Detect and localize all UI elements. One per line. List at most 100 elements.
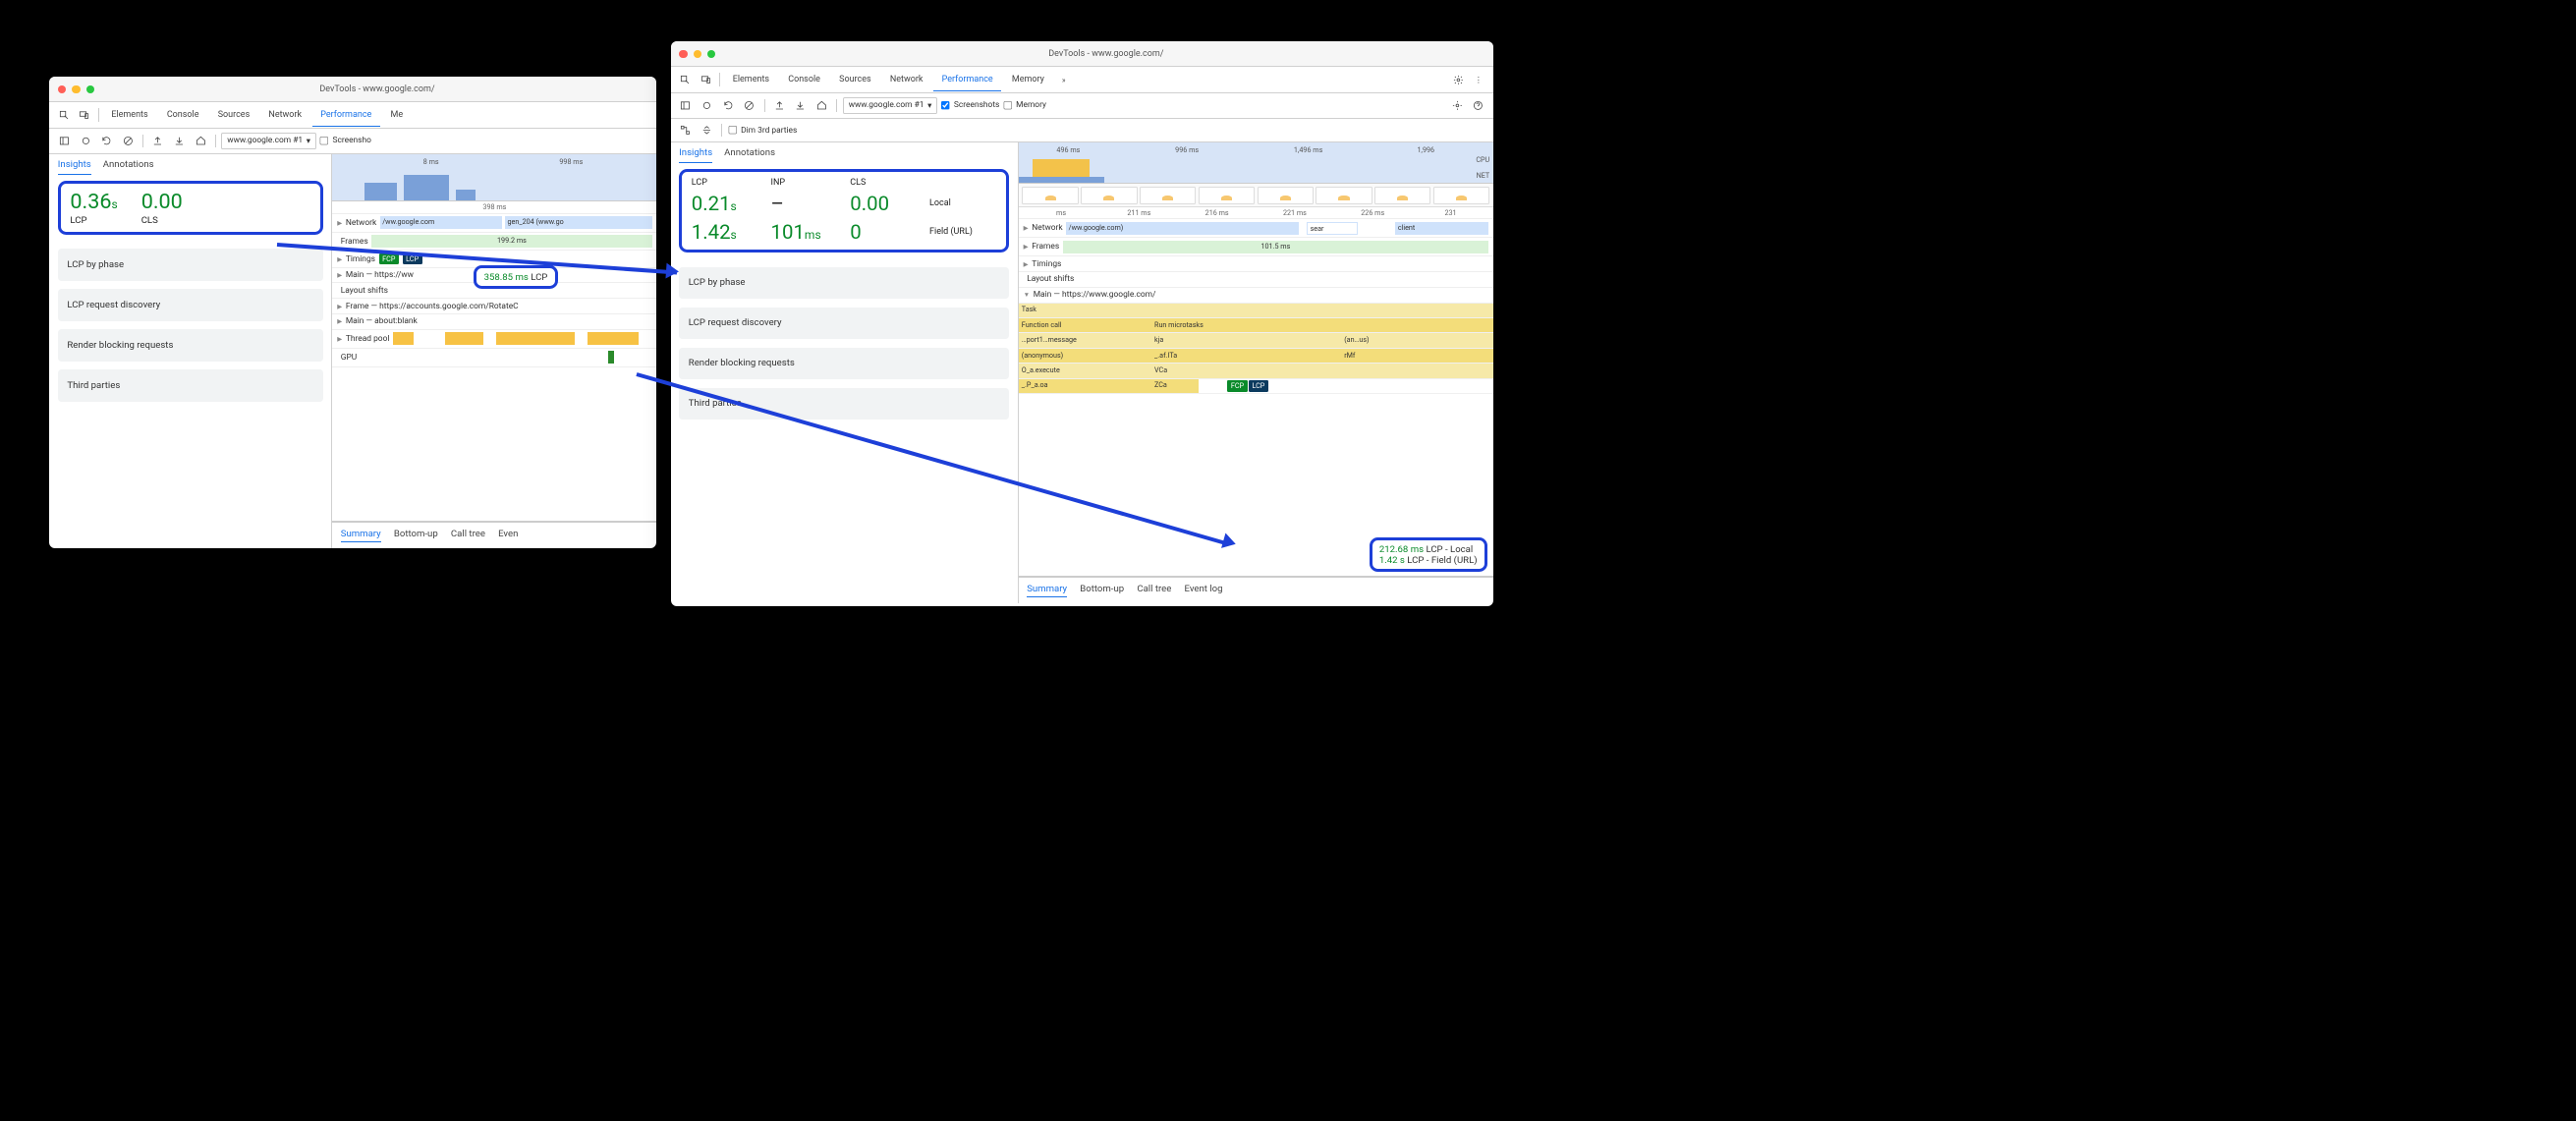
track-frames[interactable]: Frames xyxy=(1032,242,1059,252)
track-main[interactable]: Main — https://ww xyxy=(346,270,414,280)
reload-icon[interactable] xyxy=(98,132,116,149)
bottomup-tab[interactable]: Bottom-up xyxy=(394,529,438,542)
bottomup-tab[interactable]: Bottom-up xyxy=(1080,584,1124,597)
clear-icon[interactable] xyxy=(119,132,137,149)
seg[interactable]: gen_204 (www.go xyxy=(505,216,651,229)
help-icon[interactable] xyxy=(1470,96,1487,114)
track-network[interactable]: Network xyxy=(346,218,376,228)
tree-icon[interactable] xyxy=(677,122,695,140)
eventlog-tab[interactable]: Even xyxy=(498,529,518,542)
home-icon[interactable] xyxy=(192,132,209,149)
fcp-badge[interactable]: FCP xyxy=(379,253,399,264)
insight-lcp-by-phase[interactable]: LCP by phase xyxy=(679,267,1009,300)
seg[interactable]: client xyxy=(1395,222,1488,235)
device-icon[interactable] xyxy=(697,71,714,88)
summary-tab[interactable]: Summary xyxy=(1027,584,1067,597)
collapse-icon[interactable] xyxy=(698,122,715,140)
recording-selector[interactable]: www.google.com #1 ▾ xyxy=(843,97,937,115)
download-icon[interactable] xyxy=(792,96,810,114)
tab-network[interactable]: Network xyxy=(260,104,309,126)
track-main-blank[interactable]: Main — about:blank xyxy=(346,316,418,326)
tab-elements[interactable]: Elements xyxy=(103,104,156,126)
recording-selector[interactable]: www.google.com #1 ▾ xyxy=(221,133,315,150)
tab-more[interactable]: Me xyxy=(382,104,411,126)
seg[interactable]: /ww.google.com) xyxy=(1066,222,1298,235)
track-network[interactable]: Network xyxy=(1032,223,1062,233)
insight-third-parties[interactable]: Third parties xyxy=(58,369,323,402)
close-icon[interactable] xyxy=(679,50,687,58)
track-layout-shifts[interactable]: Layout shifts xyxy=(1027,274,1074,284)
track-frames[interactable]: Frames xyxy=(341,237,368,247)
tab-network[interactable]: Network xyxy=(881,69,930,90)
eventlog-tab[interactable]: Event log xyxy=(1185,584,1223,597)
track-frame[interactable]: Frame — https://accounts.google.com/Rota… xyxy=(346,302,519,311)
track-thread-pool[interactable]: Thread pool xyxy=(346,334,390,344)
tab-console[interactable]: Console xyxy=(780,69,828,90)
tab-performance[interactable]: Performance xyxy=(933,69,1001,91)
timeline-overview[interactable]: 496 ms 996 ms 1,496 ms 1,996 CPU NET xyxy=(1019,142,1493,184)
track-main[interactable]: Main — https://www.google.com/ xyxy=(1034,290,1156,300)
maximize-icon[interactable] xyxy=(86,85,94,93)
fcp-badge[interactable]: FCP xyxy=(1227,380,1247,392)
tab-sources[interactable]: Sources xyxy=(209,104,257,126)
subtab-annotations[interactable]: Annotations xyxy=(724,147,775,163)
record-icon[interactable] xyxy=(698,96,715,114)
summary-tab[interactable]: Summary xyxy=(341,529,381,542)
tab-console[interactable]: Console xyxy=(158,104,206,126)
settings-icon[interactable] xyxy=(1449,71,1467,88)
insight-render-blocking[interactable]: Render blocking requests xyxy=(58,329,323,362)
device-icon[interactable] xyxy=(76,106,93,124)
tab-elements[interactable]: Elements xyxy=(724,69,777,90)
flame-chart[interactable]: ▶Network /ww.google.com) sear client ▶Fr… xyxy=(1019,219,1493,577)
minimize-icon[interactable] xyxy=(694,50,701,58)
maximize-icon[interactable] xyxy=(707,50,715,58)
titlebar[interactable]: DevTools - www.google.com/ xyxy=(49,77,656,102)
timeline-overview[interactable]: 8 ms 998 ms xyxy=(332,154,656,201)
insight-lcp-by-phase[interactable]: LCP by phase xyxy=(58,249,323,281)
calltree-tab[interactable]: Call tree xyxy=(451,529,485,542)
upload-icon[interactable] xyxy=(770,96,788,114)
close-icon[interactable] xyxy=(58,85,66,93)
clear-icon[interactable] xyxy=(741,96,758,114)
track-timings[interactable]: Timings xyxy=(346,254,375,264)
dim-checkbox[interactable]: Dim 3rd parties xyxy=(728,126,797,136)
subtab-insights[interactable]: Insights xyxy=(679,147,712,163)
seg[interactable]: sear xyxy=(1307,222,1358,235)
minimize-icon[interactable] xyxy=(72,85,80,93)
tab-performance[interactable]: Performance xyxy=(312,104,380,127)
more-tabs-icon[interactable]: » xyxy=(1055,71,1073,88)
tab-sources[interactable]: Sources xyxy=(831,69,879,90)
insight-lcp-discovery[interactable]: LCP request discovery xyxy=(58,289,323,321)
flame-rows[interactable]: Task Function call Run microtasks …port1… xyxy=(1019,304,1493,394)
upload-icon[interactable] xyxy=(149,132,167,149)
seg[interactable]: /ww.google.com xyxy=(380,216,503,229)
toggle-panel-icon[interactable] xyxy=(677,96,695,114)
perf-toolbar: www.google.com #1 ▾ Screenshots Memory xyxy=(671,93,1493,119)
calltree-tab[interactable]: Call tree xyxy=(1137,584,1171,597)
field-cls: 0 xyxy=(850,220,918,244)
memory-checkbox[interactable]: Memory xyxy=(1003,100,1046,110)
insight-lcp-discovery[interactable]: LCP request discovery xyxy=(679,308,1009,340)
toggle-panel-icon[interactable] xyxy=(55,132,73,149)
reload-icon[interactable] xyxy=(719,96,737,114)
insight-render-blocking[interactable]: Render blocking requests xyxy=(679,348,1009,380)
record-icon[interactable] xyxy=(77,132,94,149)
screenshots-checkbox[interactable]: Screenshots xyxy=(941,100,1000,110)
insight-third-parties[interactable]: Third parties xyxy=(679,388,1009,420)
menu-icon[interactable]: ⋮ xyxy=(1470,71,1487,88)
track-timings[interactable]: Timings xyxy=(1032,259,1061,269)
inspect-icon[interactable] xyxy=(55,106,73,124)
screenshot-strip[interactable] xyxy=(1019,184,1493,207)
track-gpu[interactable]: GPU xyxy=(341,353,357,363)
settings-icon[interactable] xyxy=(1448,96,1466,114)
tab-memory[interactable]: Memory xyxy=(1003,69,1052,90)
subtab-insights[interactable]: Insights xyxy=(58,159,91,175)
download-icon[interactable] xyxy=(170,132,188,149)
track-layout-shifts[interactable]: Layout shifts xyxy=(341,286,388,296)
subtab-annotations[interactable]: Annotations xyxy=(103,159,154,175)
lcp-badge[interactable]: LCP xyxy=(1249,380,1268,392)
inspect-icon[interactable] xyxy=(677,71,695,88)
home-icon[interactable] xyxy=(812,96,830,114)
screenshots-checkbox[interactable]: Screensho xyxy=(319,136,371,145)
titlebar[interactable]: DevTools - www.google.com/ xyxy=(671,41,1493,67)
